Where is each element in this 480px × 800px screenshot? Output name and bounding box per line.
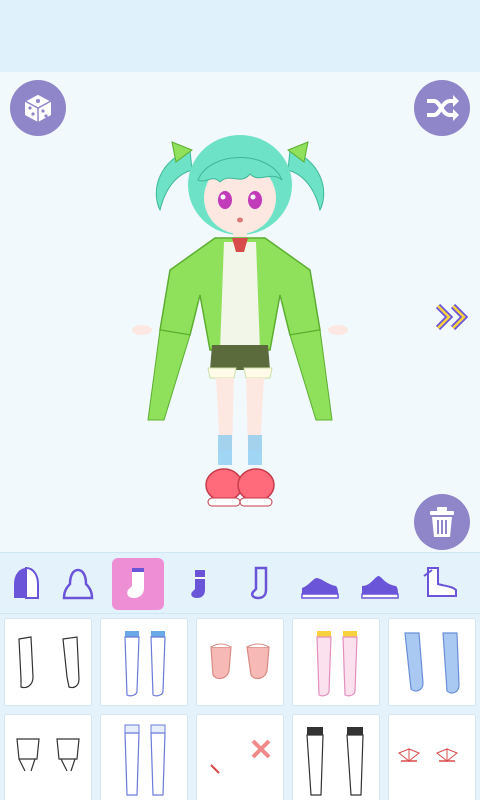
hair-front-icon [62,568,94,600]
shoe-heel-icon [361,576,399,599]
shoe-right [237,468,275,502]
item-lace-stockings[interactable] [100,714,188,800]
hair-back-icon [14,566,39,599]
item-pink-ruffle-socks[interactable] [196,618,284,706]
tab-hair-back[interactable] [0,558,52,610]
shuffle-button[interactable] [414,80,470,136]
item-grid [0,614,480,800]
status-bar-area [0,0,480,72]
shoe-flat-icon [301,578,339,599]
category-tab-strip [0,552,480,614]
tab-socks-short[interactable] [172,558,224,610]
sock-short-icon [191,570,205,598]
tab-boots[interactable] [414,558,466,610]
pink-ruffle-socks-icon [210,643,270,680]
next-page-button[interactable] [434,302,474,332]
black-white-stockings-icon [306,727,364,796]
trash-button[interactable] [414,494,470,550]
yellow-band-pink-stockings-icon [316,631,358,697]
tab-shoes-flat[interactable] [294,558,346,610]
plain-white-socks-icon [18,636,80,689]
tab-shoes-heel[interactable] [354,558,406,610]
hair-left-tail [155,149,193,212]
lace-stockings-icon [124,724,166,796]
tab-socks[interactable] [112,558,164,610]
item-white-ribbon-socks[interactable] [4,714,92,800]
item-yellow-band-pink-stockings[interactable] [292,618,380,706]
tab-socks-outline[interactable] [232,558,284,610]
blue-knee-socks-icon [404,632,460,694]
item-blue-knee-socks[interactable] [388,618,476,706]
trash-icon [430,507,454,537]
item-red-cross-socks[interactable] [196,714,284,800]
tab-hair-front[interactable] [52,558,104,610]
item-blue-band-stockings[interactable] [100,618,188,706]
white-ribbon-socks-icon [16,738,80,772]
red-cross-socks-icon [210,739,271,774]
shuffle-icon [427,95,459,121]
item-black-white-stockings[interactable] [292,714,380,800]
sock-icon [127,568,144,598]
sock-outline-icon [250,566,268,600]
double-chevron-right-icon [435,303,469,331]
red-bow-anklets-icon [398,748,458,763]
dice-icon [23,93,53,122]
item-plain-white-socks[interactable] [4,618,92,706]
boot-icon [423,567,457,597]
random-dice-button[interactable] [10,80,66,136]
avatar-character [132,135,348,507]
hair-right-tail [287,149,325,212]
blue-band-stockings-icon [124,631,166,697]
item-red-bow-anklets[interactable] [388,714,476,800]
shoe-left [205,468,243,502]
